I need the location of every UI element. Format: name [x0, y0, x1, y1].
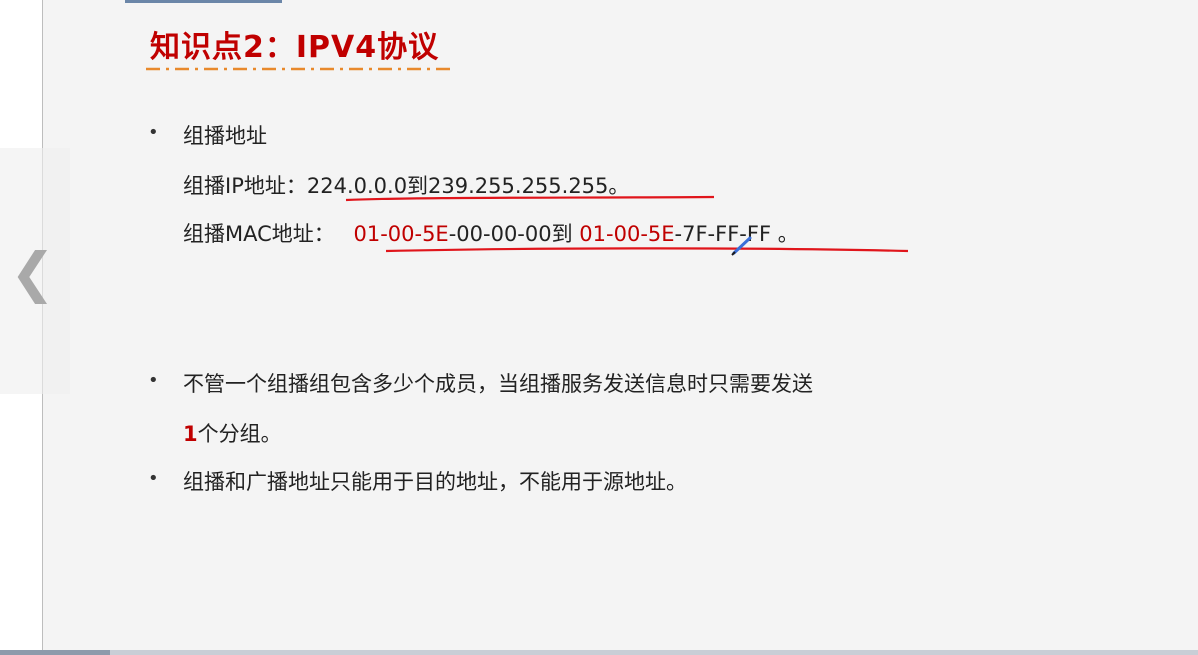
section2-line2-text: 个分组。	[197, 422, 282, 446]
multicast-mac-label: 组播MAC地址：	[183, 222, 335, 246]
mac-start-rest: -00-00-00到	[448, 222, 573, 246]
section3-line: 组播和广播地址只能用于目的地址，不能用于源地址。	[183, 470, 687, 494]
multicast-mac-period: 。	[777, 222, 799, 246]
multicast-ip-label: 组播IP地址：	[183, 174, 307, 198]
mac-prefix-end: 01-00-5E	[579, 222, 675, 246]
bottom-scrollbar-track[interactable]	[0, 650, 1198, 655]
mac-prefix-start: 01-00-5E	[353, 222, 449, 246]
prev-slide-arrow-icon[interactable]: ❮	[10, 238, 55, 308]
top-tab-indicator	[125, 0, 282, 3]
bullet-dot: •	[148, 468, 159, 489]
multicast-mac-line: 组播MAC地址： 01-00-5E-00-00-00到 01-00-5E-7F-…	[183, 218, 799, 248]
section2-line2: 1个分组。	[183, 418, 282, 448]
multicast-ip-range: 224.0.0.0到239.255.255.255	[306, 174, 609, 198]
multicast-ip-line: 组播IP地址：224.0.0.0到239.255.255.255。	[183, 170, 629, 200]
title-dashed-underline	[146, 67, 454, 71]
slide-canvas	[43, 0, 1198, 650]
packet-count: 1	[183, 422, 198, 446]
section2-line1: 不管一个组播组包含多少个成员，当组播服务发送信息时只需要发送	[183, 372, 813, 396]
section1-heading: 组播地址	[183, 124, 267, 148]
mac-end-rest: -7F-FF-FF	[674, 222, 772, 246]
slide-title: 知识点2：IPV4协议	[150, 30, 440, 65]
bottom-scrollbar-thumb[interactable]	[0, 650, 110, 655]
bullet-dot: •	[148, 370, 159, 391]
multicast-ip-period: 。	[608, 174, 630, 198]
bullet-dot: •	[148, 122, 159, 143]
